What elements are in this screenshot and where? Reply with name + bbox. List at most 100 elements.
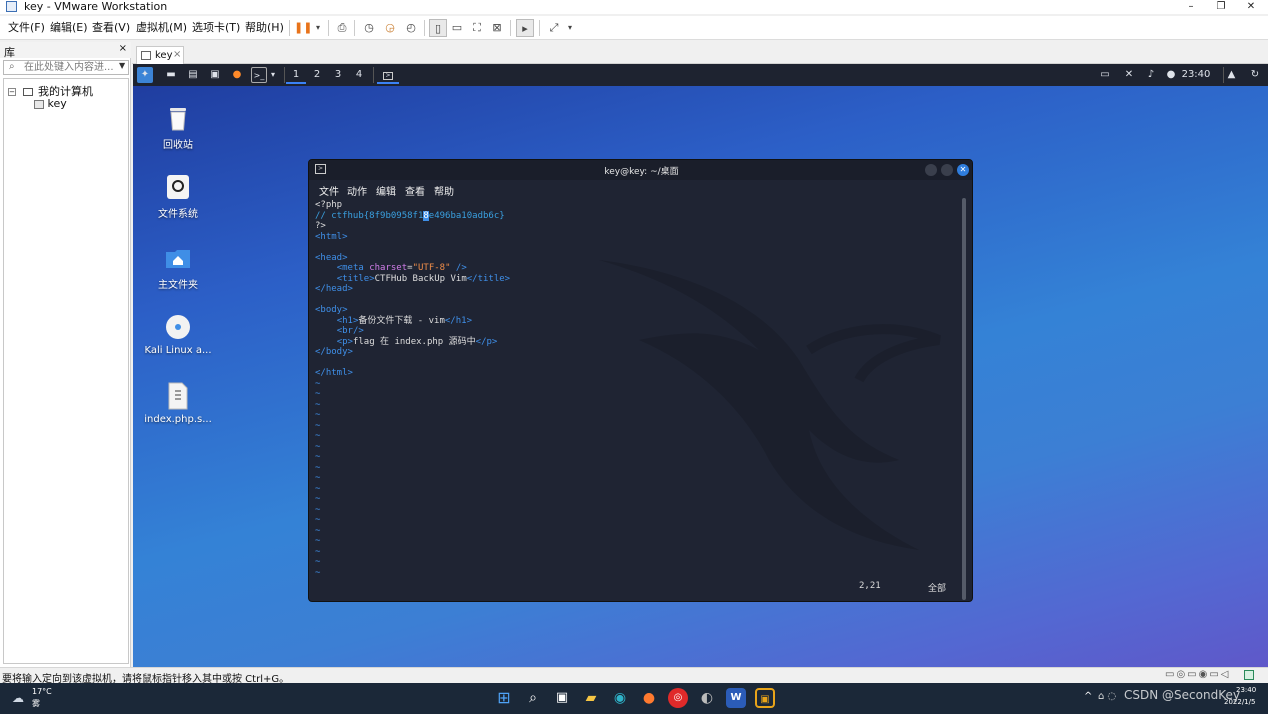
firefox-icon[interactable]: ● xyxy=(229,67,245,83)
taskbar-terminal-window[interactable]: > xyxy=(377,66,399,84)
menu-file[interactable]: 文件(F) xyxy=(8,20,45,36)
tree-item-key[interactable]: key xyxy=(34,97,124,110)
library-search-input[interactable]: 在此处键入内容进... xyxy=(3,60,129,75)
task-view-icon[interactable]: ▣ xyxy=(552,688,572,708)
terminal-minimize-button[interactable] xyxy=(925,164,937,176)
vim-buffer[interactable]: <?php// ctfhub{8f9b0958f18e496ba10adb6c}… xyxy=(315,200,955,578)
flag-comment: // ctfhub{8f9b0958f1 xyxy=(315,210,424,221)
windows-taskbar: ☁ 17°C 雾 ⊞ ⌕ ▣ ▰ ◉ ● ◎ ◐ W ▣ ^ ⌂◌ CSDN @… xyxy=(0,683,1268,714)
media-player-icon[interactable]: ◐ xyxy=(697,688,717,708)
tray-icons[interactable]: ⌂◌ xyxy=(1098,691,1119,702)
netease-music-icon[interactable]: ◎ xyxy=(668,688,688,708)
desktop-icon-index-swp[interactable]: index.php.s... xyxy=(142,382,214,425)
code-line: <title>CTFHub BackUp Vim</title> xyxy=(336,273,511,284)
search-icon[interactable]: ⌕ xyxy=(523,688,543,708)
panel-clock[interactable]: 23:40 xyxy=(1179,67,1213,83)
kali-menu-icon[interactable]: ✦ xyxy=(137,67,153,83)
terminal-maximize-button[interactable] xyxy=(941,164,953,176)
taskbar-clock[interactable]: 23:40 xyxy=(1236,686,1256,694)
weather-temp[interactable]: 17°C xyxy=(32,687,52,696)
terminal-menu-help[interactable]: 帮助 xyxy=(434,183,454,198)
close-button[interactable]: ✕ xyxy=(1236,0,1266,14)
device-status-icons[interactable]: ▭◎▭◉▭◁ xyxy=(1165,669,1231,680)
edge-icon[interactable]: ◉ xyxy=(610,688,630,708)
text-editor-icon[interactable]: ▣ xyxy=(207,67,223,83)
tab-label: key xyxy=(155,50,173,61)
thumbnail-icon[interactable]: ▭ xyxy=(448,19,466,37)
snapshot-manager-icon[interactable]: ◴ xyxy=(402,19,420,37)
trash-icon xyxy=(170,108,186,131)
display-icon[interactable]: ▭ xyxy=(1097,67,1113,83)
taskbar-date[interactable]: 2022/1/5 xyxy=(1224,698,1255,706)
tab-close-button[interactable]: × xyxy=(173,49,181,60)
file-manager-icon[interactable]: ▤ xyxy=(185,67,201,83)
desktop-icon-filesystem[interactable]: 文件系统 xyxy=(142,173,214,220)
file-explorer-icon[interactable]: ▰ xyxy=(581,688,601,708)
terminal-close-button[interactable]: ✕ xyxy=(957,164,969,176)
tree-collapse-icon[interactable]: − xyxy=(8,88,16,96)
desktop-icon-label: Kali Linux a... xyxy=(144,345,212,356)
charset-value: "UTF-8" xyxy=(412,263,451,273)
menu-vm[interactable]: 虚拟机(M) xyxy=(136,20,187,36)
notification-bell-icon[interactable]: ♪ xyxy=(1143,67,1159,83)
desktop-icon-kali-disc[interactable]: Kali Linux a... xyxy=(142,313,214,356)
chevron-down-icon[interactable]: ▾ xyxy=(268,67,278,83)
send-keys-icon[interactable]: ⎙ xyxy=(333,19,351,37)
terminal-menubar: 文件 动作 编辑 查看 帮助 xyxy=(309,180,972,198)
console-view-icon[interactable]: ▸ xyxy=(516,19,534,37)
chevron-down-icon[interactable]: ▾ xyxy=(561,19,579,37)
word-icon[interactable]: W xyxy=(726,688,746,708)
desktop-icon-home[interactable]: 主文件夹 xyxy=(142,244,214,291)
flag-comment-tail: e496ba10adb6c} xyxy=(428,210,505,221)
firefox-icon[interactable]: ● xyxy=(639,688,659,708)
terminal-title: key@key: ~/桌面 xyxy=(604,167,679,177)
menu-view[interactable]: 查看(V) xyxy=(92,20,130,36)
desktop-icon-trash[interactable]: 回收站 xyxy=(142,104,214,151)
chevron-down-icon[interactable]: ▾ xyxy=(309,19,327,37)
windows-start-icon[interactable]: ⊞ xyxy=(494,688,514,708)
restore-button[interactable]: ❐ xyxy=(1206,0,1236,14)
vmware-taskbar-icon[interactable]: ▣ xyxy=(755,688,775,708)
terminal-launcher-icon[interactable]: >_ xyxy=(251,67,267,83)
tray-chevron-up-icon[interactable]: ^ xyxy=(1084,691,1092,702)
minimize-button[interactable]: – xyxy=(1176,0,1206,14)
terminal-menu-file[interactable]: 文件 xyxy=(319,183,339,198)
workspace-2[interactable]: 2 xyxy=(307,66,327,84)
vim-cursor-position: 2,21 xyxy=(859,581,881,591)
fullscreen-icon[interactable]: ⛶ xyxy=(468,19,486,37)
unity-icon[interactable]: ⊠ xyxy=(488,19,506,37)
terminal-menu-edit[interactable]: 编辑 xyxy=(376,183,396,198)
code-line: <meta charset="UTF-8" /> xyxy=(336,263,467,273)
desktop-icon-label: 文件系统 xyxy=(158,209,198,220)
show-library-icon[interactable]: ▯ xyxy=(429,19,447,37)
terminal-scrollbar[interactable] xyxy=(962,198,966,600)
lock-icon[interactable]: ▲ xyxy=(1223,67,1239,83)
code-line: <head> xyxy=(315,252,348,263)
logout-icon[interactable]: ↻ xyxy=(1247,67,1263,83)
computer-icon xyxy=(22,88,33,96)
library-header: 库 × xyxy=(0,42,131,59)
tab-key[interactable]: key × xyxy=(136,46,184,64)
vm-icon xyxy=(34,99,44,109)
menu-edit[interactable]: 编辑(E) xyxy=(50,20,88,36)
message-log-icon[interactable] xyxy=(1244,670,1254,680)
menu-tabs[interactable]: 选项卡(T) xyxy=(192,20,240,36)
terminal-menu-actions[interactable]: 动作 xyxy=(347,183,367,198)
mute-icon[interactable]: ✕ xyxy=(1121,67,1137,83)
revert-snapshot-icon[interactable]: ◶ xyxy=(381,19,399,37)
h1-text: 备份文件下载 - vim xyxy=(358,315,445,326)
guest-screen[interactable]: ✦ ▬ ▤ ▣ ● >_ ▾ 1 2 3 4 > ▭ ✕ ♪ ● 23:40 ▲… xyxy=(133,64,1268,667)
library-close-button[interactable]: × xyxy=(119,43,127,54)
show-desktop-icon[interactable]: ▬ xyxy=(163,67,179,83)
chevron-down-icon[interactable]: ▼ xyxy=(119,61,125,70)
workspace-4[interactable]: 4 xyxy=(349,66,369,84)
workspace-1[interactable]: 1 xyxy=(286,66,306,84)
workspace-3[interactable]: 3 xyxy=(328,66,348,84)
home-folder-icon xyxy=(166,250,190,268)
toolbar-separator xyxy=(354,20,355,36)
terminal-menu-view[interactable]: 查看 xyxy=(405,183,425,198)
panel-separator xyxy=(373,67,374,83)
terminal-window[interactable]: > key@key: ~/桌面 ✕ 文件 动作 编辑 查看 帮助 <?php//… xyxy=(308,159,973,602)
snapshot-icon[interactable]: ◷ xyxy=(360,19,378,37)
menu-help[interactable]: 帮助(H) xyxy=(245,20,284,36)
